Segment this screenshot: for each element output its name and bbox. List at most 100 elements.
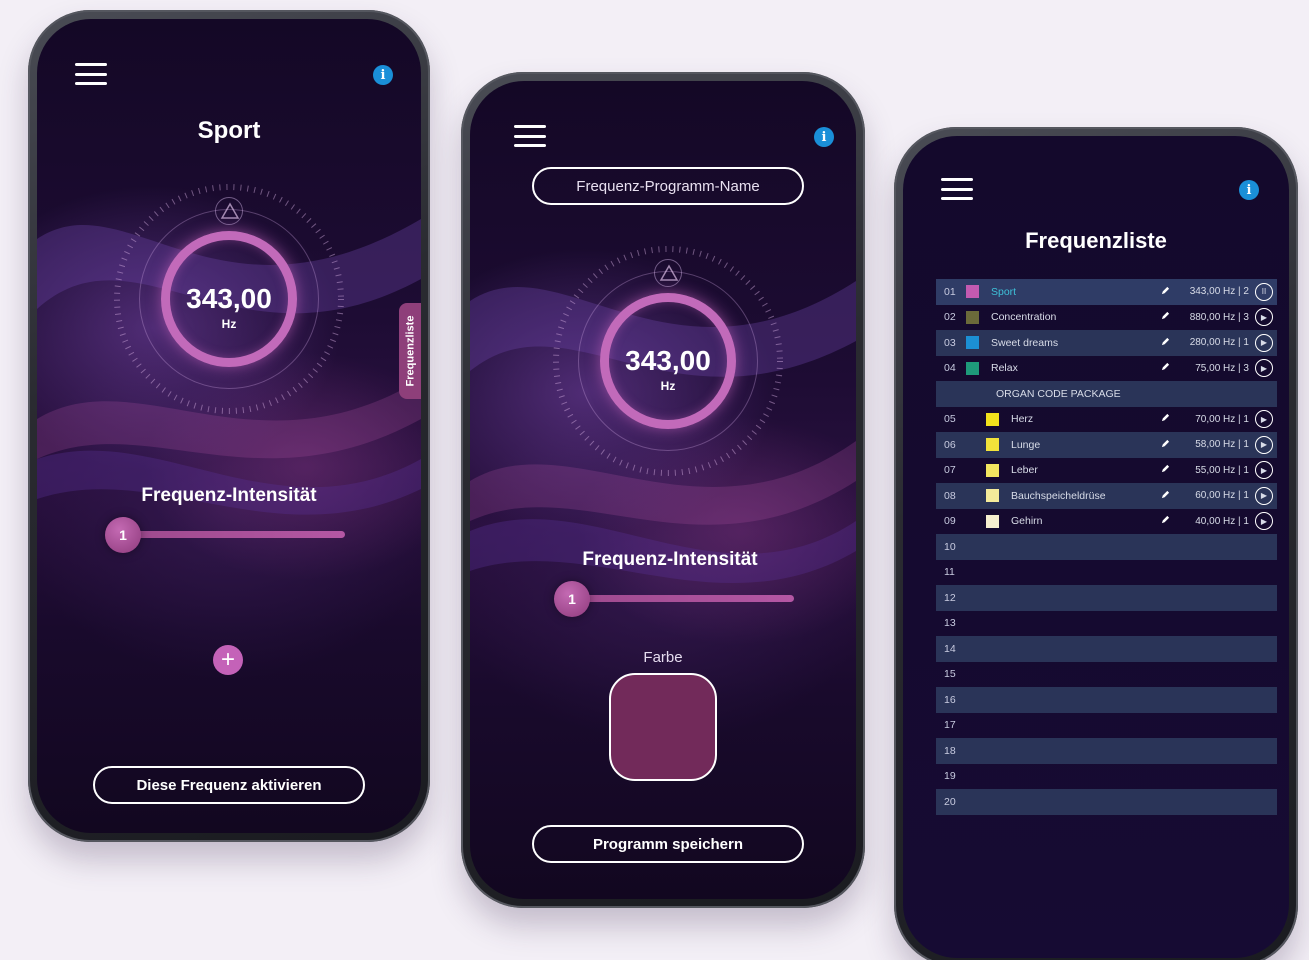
frequency-row[interactable]: 08 Bauchspeicheldrüse 60,00 Hz | 1 ▶ [936, 483, 1277, 509]
frequency-row[interactable]: 17 [936, 713, 1277, 739]
phone-sport: i Sport 343,00 Hz Frequenzliste Frequenz… [28, 10, 430, 842]
frequency-row[interactable]: 09 Gehirn 40,00 Hz | 1 ▶ [936, 509, 1277, 535]
pen-icon[interactable] [1161, 311, 1175, 323]
frequency-row[interactable]: 15 [936, 662, 1277, 688]
color-swatch [966, 361, 979, 375]
row-frequency: 280,00 Hz | 1 [1189, 337, 1249, 349]
row-name: Sport [991, 285, 1017, 298]
frequency-value: 343,00 [186, 283, 272, 314]
pen-icon[interactable] [1161, 464, 1175, 476]
info-icon[interactable]: i [814, 127, 834, 147]
play-icon[interactable]: ▶ [1255, 461, 1273, 480]
play-icon[interactable]: ▶ [1255, 512, 1273, 531]
row-frequency: 40,00 Hz | 1 [1195, 515, 1249, 527]
intensity-label: Frequenz-Intensität [582, 549, 758, 570]
color-swatch [986, 412, 999, 426]
row-frequency: 343,00 Hz | 2 [1189, 286, 1249, 298]
frequency-row[interactable]: 13 [936, 611, 1277, 637]
play-icon[interactable]: ▶ [1255, 359, 1273, 378]
frequency-dial[interactable]: 343,00 Hz [109, 179, 349, 419]
info-icon[interactable]: i [373, 65, 393, 85]
color-swatch [986, 463, 999, 477]
frequency-row[interactable]: 06 Lunge 58,00 Hz | 1 ▶ [936, 432, 1277, 458]
pen-icon[interactable] [1161, 490, 1175, 502]
row-number: 18 [944, 744, 956, 757]
frequency-row[interactable]: 18 [936, 738, 1277, 764]
row-name: Herz [1011, 413, 1034, 426]
screen-sport: i Sport 343,00 Hz Frequenzliste Frequenz… [37, 19, 421, 833]
group-label: ORGAN CODE PACKAGE [996, 387, 1121, 400]
row-number: 04 [944, 362, 956, 375]
row-number: 05 [944, 413, 956, 426]
intensity-slider-track[interactable] [133, 531, 345, 538]
pen-icon[interactable] [1161, 362, 1175, 374]
frequency-row[interactable]: 05 Herz 70,00 Hz | 1 ▶ [936, 407, 1277, 433]
pen-icon[interactable] [1161, 439, 1175, 451]
frequency-row[interactable]: 19 [936, 764, 1277, 790]
color-swatch[interactable] [609, 673, 717, 781]
frequency-row[interactable]: 03 Sweet dreams 280,00 Hz | 1 ▶ [936, 330, 1277, 356]
row-frequency: 75,00 Hz | 3 [1195, 362, 1249, 374]
intensity-label: Frequenz-Intensität [141, 485, 317, 506]
page-title: Sport [197, 117, 261, 144]
play-icon[interactable]: ▶ [1255, 333, 1273, 352]
row-frequency: 58,00 Hz | 1 [1195, 439, 1249, 451]
frequency-row[interactable]: 11 [936, 560, 1277, 586]
pen-icon[interactable] [1161, 515, 1175, 527]
phone-program: i Frequenz-Programm-Name 343,00 Hz Frequ… [461, 72, 865, 908]
menu-icon[interactable] [75, 63, 107, 85]
row-name: Leber [1011, 464, 1038, 477]
pen-icon[interactable] [1161, 337, 1175, 349]
pen-icon[interactable] [1161, 286, 1175, 298]
intensity-slider-knob[interactable]: 1 [554, 581, 590, 617]
frequenzliste-tab[interactable]: Frequenzliste [399, 303, 421, 399]
frequency-unit: Hz [660, 379, 676, 393]
color-label: Farbe [643, 649, 683, 666]
frequency-row[interactable]: 12 [936, 585, 1277, 611]
color-swatch [966, 310, 979, 324]
list-group-header: ORGAN CODE PACKAGE [936, 381, 1277, 407]
intensity-slider-knob[interactable]: 1 [105, 517, 141, 553]
play-icon[interactable]: ▶ [1255, 308, 1273, 327]
row-name: Bauchspeicheldrüse [1011, 489, 1106, 502]
frequency-dial[interactable]: 343,00 Hz [548, 241, 788, 481]
pen-icon[interactable] [1161, 413, 1175, 425]
row-frequency: 55,00 Hz | 1 [1195, 464, 1249, 476]
row-name: Sweet dreams [991, 336, 1059, 349]
frequency-row[interactable]: 16 [936, 687, 1277, 713]
info-icon[interactable]: i [1239, 180, 1259, 200]
row-name: Lunge [1011, 438, 1041, 451]
frequency-row[interactable]: 10 [936, 534, 1277, 560]
frequency-row[interactable]: 07 Leber 55,00 Hz | 1 ▶ [936, 458, 1277, 484]
row-number: 03 [944, 336, 956, 349]
intensity-slider-track[interactable] [574, 595, 794, 602]
row-number: 15 [944, 668, 956, 681]
row-name: Concentration [991, 311, 1057, 324]
frequency-row[interactable]: 14 [936, 636, 1277, 662]
frequency-value: 343,00 [625, 345, 711, 376]
row-number: 09 [944, 515, 956, 528]
save-program-button[interactable]: Programm speichern [532, 825, 804, 863]
play-icon[interactable]: ▶ [1255, 486, 1273, 505]
up-arrow-icon[interactable] [654, 259, 682, 287]
pause-icon[interactable]: II [1255, 282, 1273, 301]
menu-icon[interactable] [941, 178, 973, 200]
activate-frequency-button[interactable]: Diese Frequenz aktivieren [93, 766, 365, 804]
row-number: 20 [944, 795, 956, 808]
color-swatch [966, 285, 979, 299]
menu-icon[interactable] [514, 125, 546, 147]
add-button[interactable]: + [213, 645, 243, 675]
frequency-row[interactable]: 20 [936, 789, 1277, 815]
frequency-row[interactable]: 01 Sport 343,00 Hz | 2 II [936, 279, 1277, 305]
row-number: 17 [944, 719, 956, 732]
screen-program: i Frequenz-Programm-Name 343,00 Hz Frequ… [470, 81, 856, 899]
row-number: 14 [944, 642, 956, 655]
frequency-row[interactable]: 04 Relax 75,00 Hz | 3 ▶ [936, 356, 1277, 382]
play-icon[interactable]: ▶ [1255, 435, 1273, 454]
row-number: 06 [944, 438, 956, 451]
color-swatch [986, 514, 999, 528]
program-name-input[interactable]: Frequenz-Programm-Name [532, 167, 804, 205]
play-icon[interactable]: ▶ [1255, 410, 1273, 429]
up-arrow-icon[interactable] [215, 197, 243, 225]
frequency-row[interactable]: 02 Concentration 880,00 Hz | 3 ▶ [936, 305, 1277, 331]
